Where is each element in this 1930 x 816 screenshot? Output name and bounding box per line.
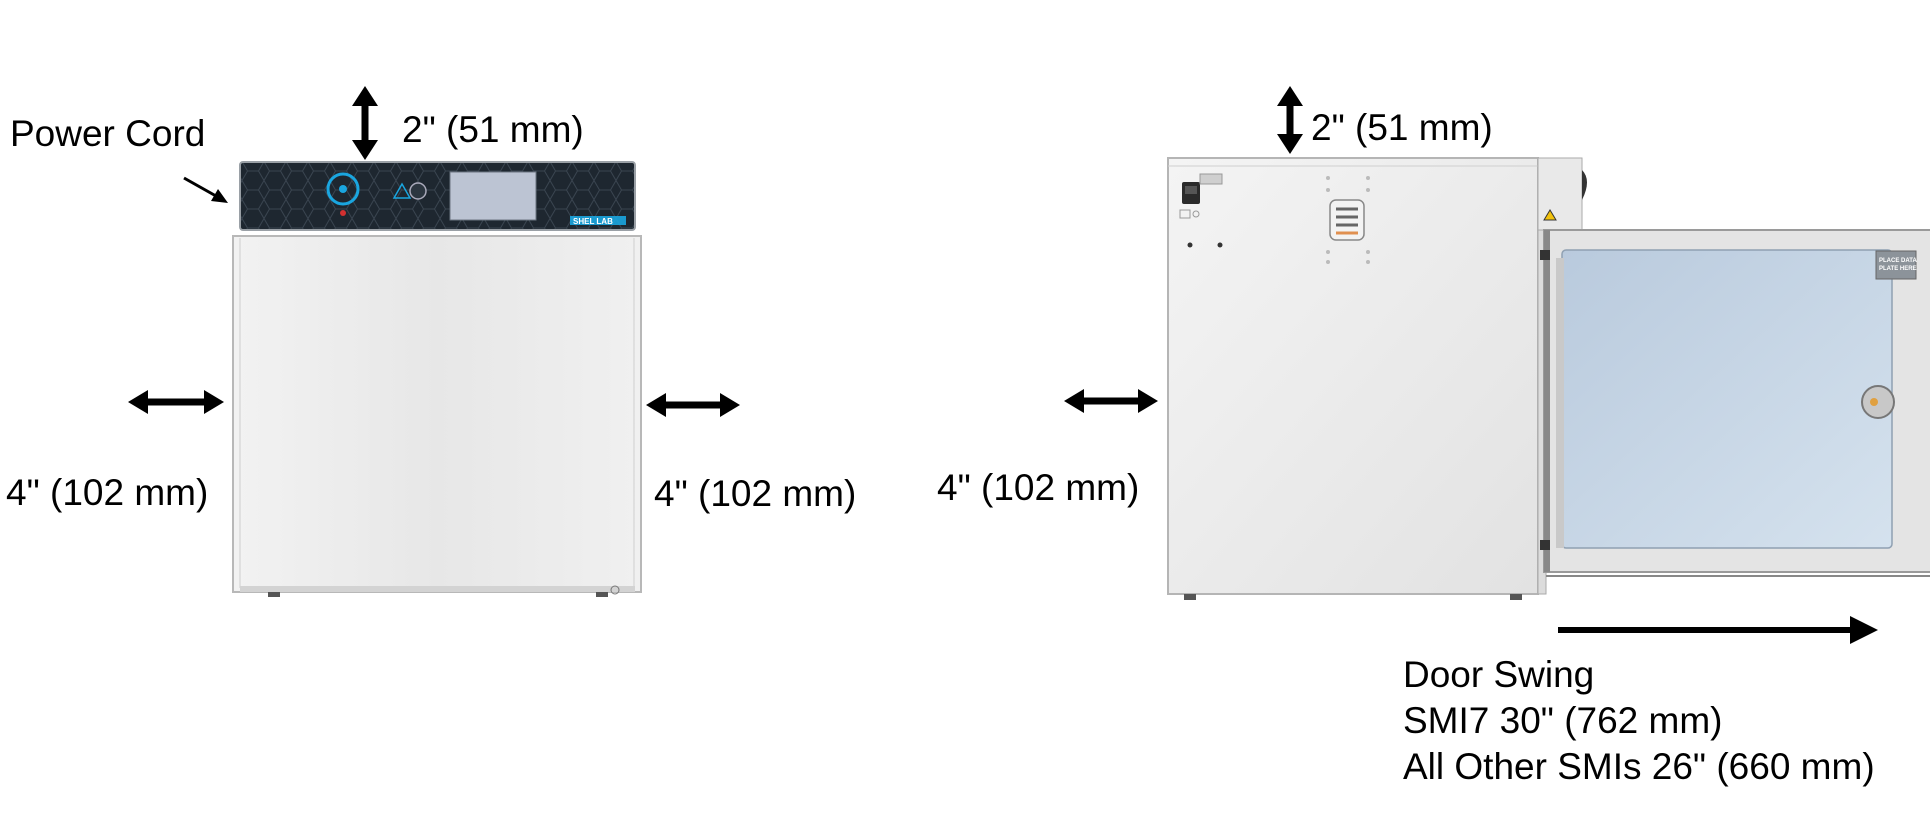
door-swing-note: Door Swing SMI7 30" (762 mm) All Other S… <box>1403 652 1875 790</box>
front-top-clearance-label: 2" (51 mm) <box>402 109 584 150</box>
data-plate-sticker <box>1875 250 1917 280</box>
door-swing-arrow <box>1558 616 1878 644</box>
foot <box>596 592 608 597</box>
front-left-clearance-arrow <box>128 390 224 414</box>
clearance-diagram: SHEL LAB PLACE DATA PLATE HERE Power Cor… <box>0 0 1930 816</box>
brand-logo: SHEL LAB <box>573 217 613 226</box>
power-cord-label: Power Cord <box>10 113 206 154</box>
front-view-unit: SHEL LAB <box>232 161 642 597</box>
foot <box>1184 594 1196 600</box>
foot <box>1510 594 1522 600</box>
door-swing-other: All Other SMIs 26" (660 mm) <box>1403 746 1875 787</box>
data-plate-text-1: PLACE DATA <box>1879 258 1917 264</box>
power-button-icon <box>409 182 427 200</box>
power-cord-pointer <box>183 176 228 203</box>
data-plate-text-2: PLATE HERE <box>1879 266 1917 272</box>
side-view-unit: PLACE DATA PLATE HERE <box>1167 157 1930 600</box>
cabinet-body <box>232 235 642 593</box>
side-top-clearance-label: 2" (51 mm) <box>1311 107 1493 148</box>
open-door: PLACE DATA PLATE HERE <box>1540 229 1930 577</box>
side-left-clearance-arrow <box>1064 389 1158 413</box>
door-swing-smi7: SMI7 30" (762 mm) <box>1403 700 1723 741</box>
hinge <box>1540 540 1550 550</box>
front-left-clearance-label: 4" (102 mm) <box>6 472 209 513</box>
front-right-clearance-label: 4" (102 mm) <box>654 473 857 514</box>
side-left-clearance-label: 4" (102 mm) <box>937 467 1140 508</box>
foot <box>268 592 280 597</box>
status-light-icon <box>340 210 346 216</box>
front-top-clearance-arrow <box>352 86 378 160</box>
door-swing-title: Door Swing <box>1403 654 1595 695</box>
front-right-clearance-arrow <box>646 393 740 417</box>
door-glass <box>1561 249 1893 549</box>
hinge <box>1540 250 1550 260</box>
touch-screen <box>449 171 537 221</box>
side-top-clearance-arrow <box>1277 86 1303 154</box>
